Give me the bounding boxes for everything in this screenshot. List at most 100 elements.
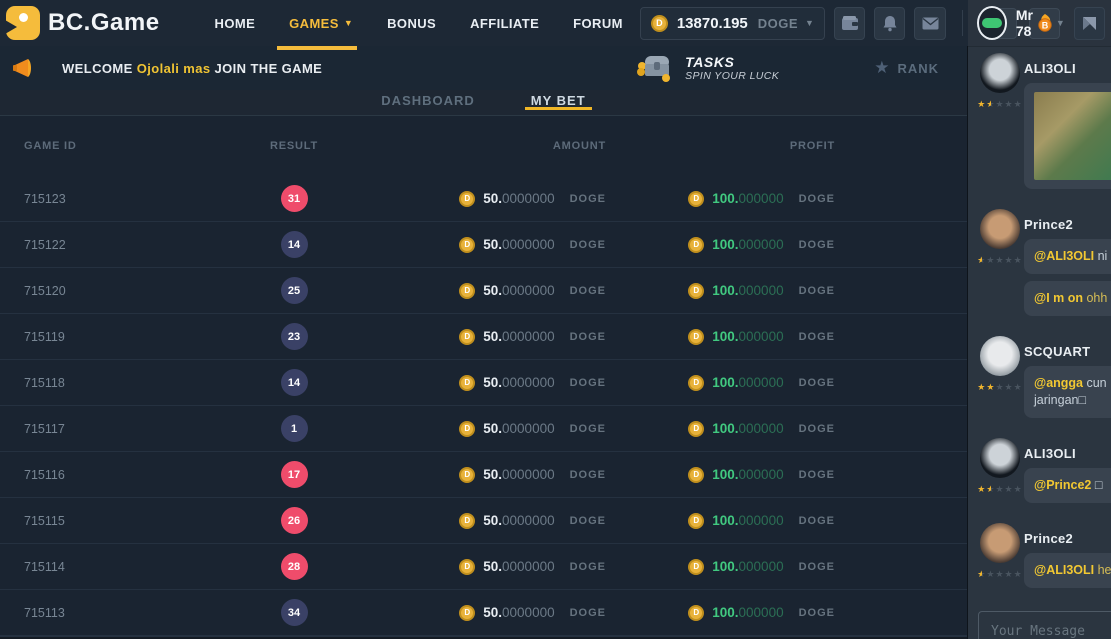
cell-amount-value: 50.0000000 xyxy=(483,375,554,390)
star-icon: ★ xyxy=(1005,569,1014,579)
table-row[interactable]: 71512025D50.0000000DOGED100.000000DOGE xyxy=(0,268,967,314)
cell-profit: D100.000000DOGE xyxy=(688,559,835,575)
currency-label: DOGE xyxy=(570,469,606,481)
chat-message-group: ★★★★★★Prince2@ALI3OLI ni@I m on ohh xyxy=(968,209,1111,316)
table-row[interactable]: 71512214D50.0000000DOGED100.000000DOGE xyxy=(0,222,967,268)
chat-message-right: Prince2@ALI3OLI ni@I m on ohh xyxy=(1024,209,1111,316)
chat-message-right: ALI3OLI@Prince2 □ xyxy=(1024,438,1111,503)
star-icon: ★ xyxy=(986,569,995,579)
cell-amount: D50.0000000DOGE xyxy=(459,467,606,483)
mention-text: @ALI3OLI xyxy=(1034,563,1094,577)
table-row[interactable]: 71511617D50.0000000DOGED100.000000DOGE xyxy=(0,452,967,498)
currency-label: DOGE xyxy=(799,515,835,527)
cell-amount-value: 50.0000000 xyxy=(483,191,554,206)
table-row[interactable]: 71511923D50.0000000DOGED100.000000DOGE xyxy=(0,314,967,360)
welcome-prefix: WELCOME xyxy=(62,61,133,76)
cell-game-id: 715118 xyxy=(24,376,234,390)
brand-logo[interactable]: BC.Game xyxy=(6,6,160,40)
chat-avatar[interactable] xyxy=(980,523,1020,563)
cell-profit-value: 100.000000 xyxy=(712,421,783,436)
chat-avatar[interactable] xyxy=(980,53,1020,93)
chat-image-attachment[interactable] xyxy=(1034,92,1111,180)
notifications-button[interactable] xyxy=(874,7,905,40)
cell-amount: D50.0000000DOGE xyxy=(459,237,606,253)
chat-avatar[interactable] xyxy=(980,209,1020,249)
user-menu[interactable]: Mr 78 ▼ xyxy=(977,6,1065,40)
currency-label: DOGE xyxy=(570,607,606,619)
table-row[interactable]: 71511334D50.0000000DOGED100.000000DOGE xyxy=(0,590,967,636)
chat-message-left: ★★★★★★ xyxy=(976,523,1024,588)
wallet-button[interactable] xyxy=(834,7,865,40)
tasks-title: TASKS xyxy=(685,54,779,70)
chat-avatar[interactable] xyxy=(980,336,1020,376)
tab-my-bet[interactable]: MY BET xyxy=(531,90,586,113)
chat-bubble: @angga cunjaringan□ xyxy=(1024,366,1111,418)
rank-widget[interactable]: ★ RANK xyxy=(874,58,939,78)
app-root: BC.Game HOME GAMES▼ BONUS AFFILIATE FORUM D … xyxy=(0,0,1111,639)
cell-amount: D50.0000000DOGE xyxy=(459,375,606,391)
banner-toggle-button[interactable] xyxy=(1074,7,1105,40)
chat-avatar[interactable] xyxy=(980,438,1020,478)
cell-amount-value: 50.0000000 xyxy=(483,513,554,528)
cell-profit: D100.000000DOGE xyxy=(688,329,835,345)
star-icon: ★ xyxy=(874,58,889,78)
cell-profit-value: 100.000000 xyxy=(712,283,783,298)
cell-amount: D50.0000000DOGE xyxy=(459,559,606,575)
chat-username[interactable]: ALI3OLI xyxy=(1024,61,1111,76)
welcome-username: Ojolali mas xyxy=(137,61,211,76)
balance-selector[interactable]: D 13870.195 DOGE ▼ xyxy=(640,7,825,40)
cell-amount: D50.0000000DOGE xyxy=(459,421,606,437)
tasks-widget[interactable]: TASKS SPIN YOUR LUCK xyxy=(635,52,779,84)
cell-profit-value: 100.000000 xyxy=(712,191,783,206)
tab-dashboard[interactable]: DASHBOARD xyxy=(381,90,475,113)
cell-amount: D50.0000000DOGE xyxy=(459,605,606,621)
doge-coin-icon: D xyxy=(688,237,704,253)
chat-message-right: Prince2 @ALI3OLI he xyxy=(1024,523,1111,588)
chevron-down-icon: ▼ xyxy=(1056,18,1065,28)
mention-text: @ALI3OLI xyxy=(1034,249,1094,263)
nav-item-forum[interactable]: FORUM xyxy=(573,0,623,46)
mail-button[interactable] xyxy=(914,7,945,40)
main-column: WELCOME Ojolali mas JOIN THE GAME TASKS xyxy=(0,46,968,639)
flag-fold-icon xyxy=(1081,15,1098,32)
nav-item-label: BONUS xyxy=(387,16,436,31)
cell-profit: D100.000000DOGE xyxy=(688,421,835,437)
chat-username[interactable]: SCQUART xyxy=(1024,344,1111,359)
cell-game-id: 715117 xyxy=(24,422,234,436)
cell-amount-value: 50.0000000 xyxy=(483,329,554,344)
chat-bubble: @ALI3OLI he xyxy=(1024,553,1111,588)
result-badge: 34 xyxy=(281,599,308,626)
chat-message-input[interactable] xyxy=(978,611,1111,639)
table-row[interactable]: 71511814D50.0000000DOGED100.000000DOGE xyxy=(0,360,967,406)
cell-game-id: 715122 xyxy=(24,238,234,252)
table-row[interactable]: 71512331D50.0000000DOGED100.000000DOGE xyxy=(0,176,967,222)
chat-username[interactable]: ALI3OLI xyxy=(1024,446,1111,461)
currency-label: DOGE xyxy=(570,331,606,343)
nav-item-home[interactable]: HOME xyxy=(215,0,256,46)
star-icon: ★★ xyxy=(986,99,995,109)
cell-amount: D50.0000000DOGE xyxy=(459,329,606,345)
table-row[interactable]: 71511428D50.0000000DOGED100.000000DOGE xyxy=(0,544,967,590)
cell-amount: D50.0000000DOGE xyxy=(459,513,606,529)
table-row[interactable]: 71511526D50.0000000DOGED100.000000DOGE xyxy=(0,498,967,544)
chat-username[interactable]: Prince2 xyxy=(1024,217,1111,232)
nav-item-games[interactable]: GAMES▼ xyxy=(289,0,353,46)
chat-message-right: ALI3OLI xyxy=(1024,53,1111,189)
doge-coin-icon: D xyxy=(459,559,475,575)
megaphone-icon xyxy=(12,56,40,80)
content: WELCOME Ojolali mas JOIN THE GAME TASKS xyxy=(0,46,1111,639)
table-row[interactable]: 7151171D50.0000000DOGED100.000000DOGE xyxy=(0,406,967,452)
currency-label: DOGE xyxy=(799,607,835,619)
mention-text: @I m on xyxy=(1034,291,1083,305)
nav-item-bonus[interactable]: BONUS xyxy=(387,0,436,46)
chat-username[interactable]: Prince2 xyxy=(1024,531,1111,546)
star-icon: ★ xyxy=(986,255,995,265)
cell-game-id: 715115 xyxy=(24,514,234,528)
tasks-subtitle: SPIN YOUR LUCK xyxy=(685,70,779,82)
bcgame-logo-icon xyxy=(6,6,40,40)
result-badge: 14 xyxy=(281,231,308,258)
star-icon: ★ xyxy=(995,484,1004,494)
mention-text: @Prince2 xyxy=(1034,478,1091,492)
nav-item-affiliate[interactable]: AFFILIATE xyxy=(470,0,539,46)
cell-profit: D100.000000DOGE xyxy=(688,191,835,207)
